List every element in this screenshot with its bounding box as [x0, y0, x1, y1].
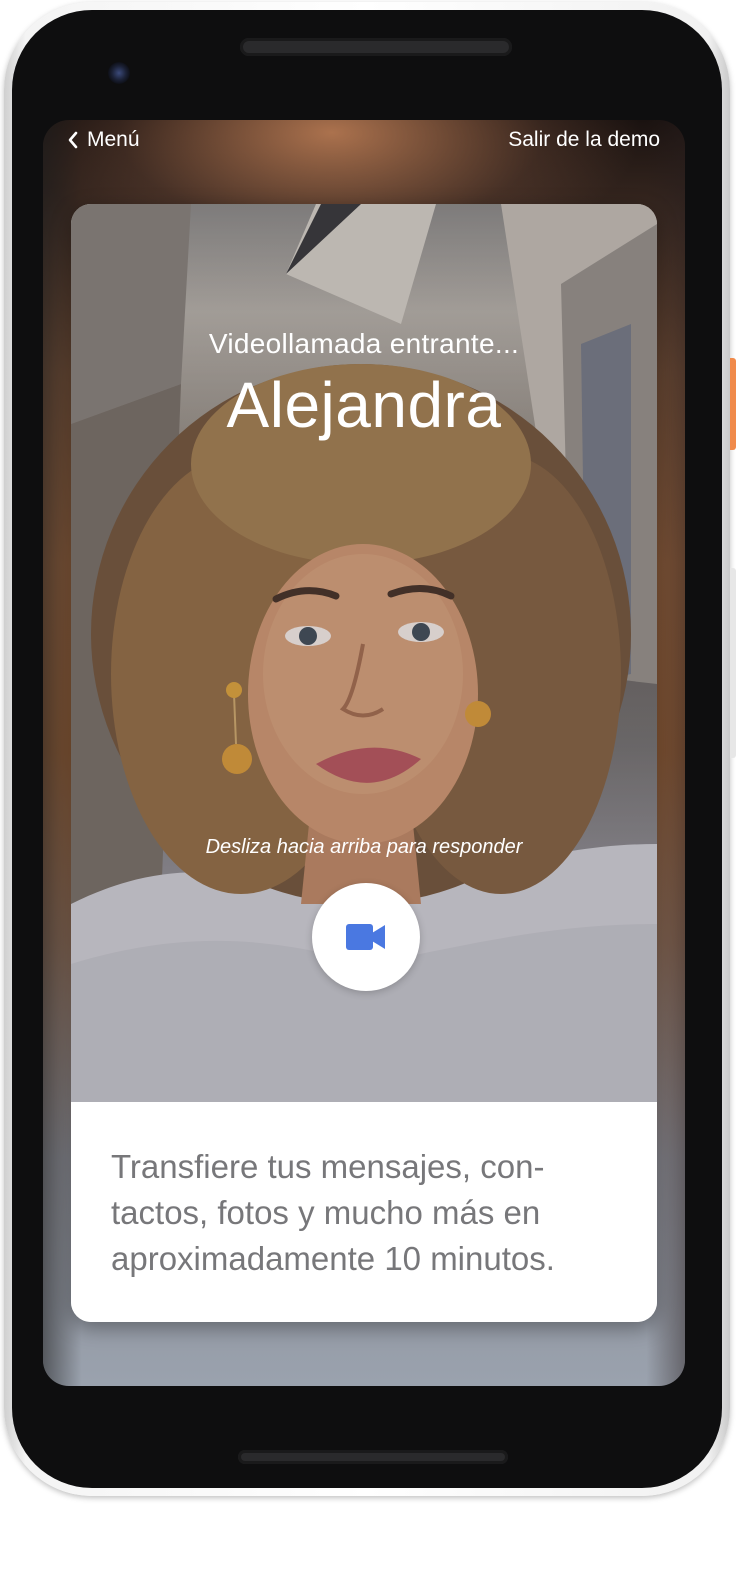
incoming-video-preview: Videollamada entrante... Alejandra Desli… [71, 204, 657, 1102]
demo-topbar: Menú Salir de la demo [43, 120, 685, 164]
exit-demo-button[interactable]: Salir de la demo [508, 128, 660, 152]
caller-name: Alejandra [226, 369, 502, 441]
swipe-to-answer-hint: Desliza hacia arriba para responder [205, 836, 523, 858]
video-camera-icon [346, 924, 385, 950]
earpiece-speaker [240, 38, 512, 56]
menu-back-button[interactable]: Menú [67, 128, 140, 152]
caption-line-2: tactos, fotos y mucho más en [111, 1194, 541, 1231]
menu-back-label: Menú [87, 128, 140, 151]
chevron-left-icon [68, 131, 78, 149]
caption-text: Transfiere tus mensajes, con- tactos, fo… [111, 1144, 611, 1282]
answer-video-call-button[interactable] [312, 883, 420, 991]
device-mockup: Menú Salir de la demo Videollamada entra… [0, 0, 736, 1574]
feature-caption: Transfiere tus mensajes, con- tactos, fo… [71, 1102, 657, 1322]
front-camera-icon [108, 62, 130, 84]
bottom-speaker [238, 1450, 508, 1464]
power-button [730, 358, 736, 450]
demo-card: Videollamada entrante... Alejandra Desli… [71, 204, 657, 1322]
caption-line-1: Transfiere tus mensajes, con- [111, 1148, 545, 1185]
caption-line-3: aproximadamente 10 minutos. [111, 1240, 555, 1277]
volume-rocker [730, 568, 736, 758]
incoming-call-label: Videollamada entrante... [208, 328, 520, 359]
phone-screen: Menú Salir de la demo Videollamada entra… [43, 120, 685, 1386]
